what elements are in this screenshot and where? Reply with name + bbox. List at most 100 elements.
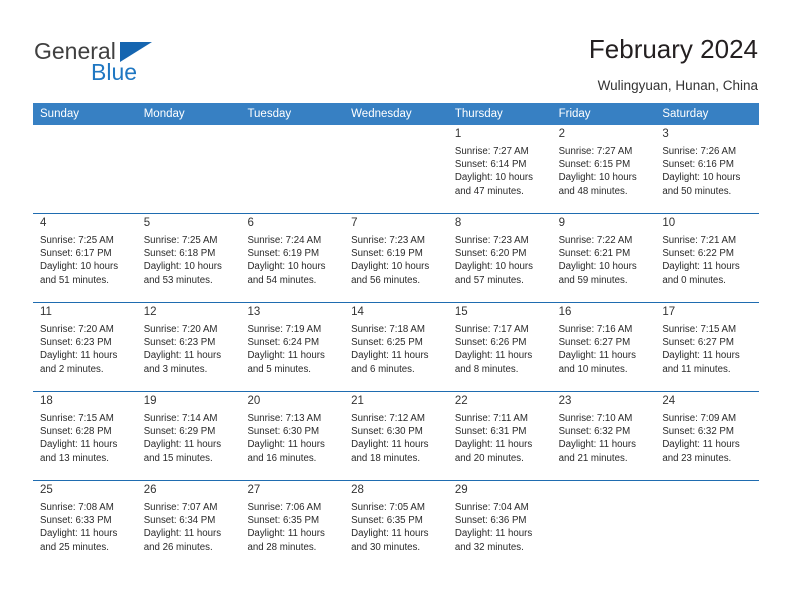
- day-detail-line: Sunset: 6:19 PM: [351, 248, 423, 260]
- day-detail-line: and 16 minutes.: [247, 452, 317, 464]
- weekday-header-wednesday: Wednesday: [351, 108, 412, 120]
- day-details: Sunrise: 7:05 AM Sunset: 6:35 PM Daylight:…: [351, 501, 444, 554]
- weekday-header-saturday: Saturday: [662, 108, 709, 120]
- day-detail-line: Sunrise: 7:14 AM: [143, 413, 218, 424]
- day-details: Sunrise: 7:08 AM Sunset: 6:33 PM Daylight:…: [40, 501, 133, 554]
- day-detail-line: Daylight: 11 hours: [143, 439, 222, 451]
- day-detail-line: and 30 minutes.: [351, 541, 421, 553]
- day-details: Sunrise: 7:27 AM Sunset: 6:14 PM Daylight:…: [455, 145, 548, 198]
- calendar-weeks: 1 Sunrise: 7:27 AM Sunset: 6:14 PM Daylight…: [33, 125, 760, 569]
- day-cell-7[interactable]: 7 Sunrise: 7:23 AM Sunset: 6:19 PM Daylight…: [344, 214, 448, 302]
- day-details: Sunrise: 7:25 AM Sunset: 6:18 PM Daylight:…: [144, 234, 237, 287]
- day-detail-line: Sunset: 6:19 PM: [247, 248, 320, 260]
- day-cell-26[interactable]: 26 Sunrise: 7:07 AM Sunset: 6:34 PM Dayligh…: [136, 481, 241, 569]
- day-detail-line: Sunset: 6:35 PM: [351, 515, 423, 527]
- day-detail-line: Sunrise: 7:20 AM: [143, 324, 218, 335]
- day-detail-line: Daylight: 10 hours: [662, 172, 741, 184]
- day-details: Sunrise: 7:15 AM Sunset: 6:28 PM Daylight:…: [40, 412, 133, 465]
- day-detail-line: Daylight: 11 hours: [40, 439, 118, 451]
- day-cell-1[interactable]: 1 Sunrise: 7:27 AM Sunset: 6:14 PM Daylight…: [447, 125, 552, 213]
- day-cell-11[interactable]: 11 Sunrise: 7:20 AM Sunset: 6:23 PM Dayligh…: [33, 303, 137, 391]
- day-detail-line: Daylight: 10 hours: [454, 261, 533, 273]
- day-number: 24: [662, 395, 676, 407]
- day-detail-line: and 2 minutes.: [40, 363, 104, 375]
- day-detail-line: Daylight: 11 hours: [143, 350, 222, 362]
- day-cell-22[interactable]: 22 Sunrise: 7:11 AM Sunset: 6:31 PM Dayligh…: [447, 392, 552, 480]
- day-detail-line: Daylight: 11 hours: [454, 528, 533, 540]
- day-number: 6: [247, 217, 254, 229]
- day-details: Sunrise: 7:25 AM Sunset: 6:17 PM Daylight:…: [40, 234, 133, 287]
- day-details: Sunrise: 7:17 AM Sunset: 6:26 PM Daylight:…: [455, 323, 548, 376]
- day-cell-23[interactable]: 23 Sunrise: 7:10 AM Sunset: 6:32 PM Dayligh…: [551, 392, 656, 480]
- calendar-week-cells: 25 Sunrise: 7:08 AM Sunset: 6:33 PM Dayligh…: [33, 481, 760, 569]
- day-detail-line: Sunset: 6:14 PM: [454, 159, 527, 171]
- day-detail-line: and 11 minutes.: [662, 363, 731, 375]
- day-detail-line: Sunrise: 7:22 AM: [558, 235, 633, 246]
- day-details: Sunrise: 7:10 AM Sunset: 6:32 PM Daylight:…: [559, 412, 652, 465]
- day-cell-4[interactable]: 4 Sunrise: 7:25 AM Sunset: 6:17 PM Daylight…: [33, 214, 137, 302]
- day-detail-line: Daylight: 10 hours: [40, 261, 119, 273]
- day-details: Sunrise: 7:24 AM Sunset: 6:19 PM Daylight:…: [247, 234, 340, 287]
- day-details: Sunrise: 7:23 AM Sunset: 6:19 PM Daylight:…: [351, 234, 444, 287]
- day-details: Sunrise: 7:21 AM Sunset: 6:22 PM Daylight:…: [662, 234, 755, 287]
- day-details: Sunrise: 7:15 AM Sunset: 6:27 PM Daylight:…: [662, 323, 755, 376]
- day-cell-17[interactable]: 17 Sunrise: 7:15 AM Sunset: 6:27 PM Dayligh…: [655, 303, 760, 391]
- day-cell-10[interactable]: 10 Sunrise: 7:21 AM Sunset: 6:22 PM Dayligh…: [655, 214, 760, 302]
- day-number: 4: [40, 217, 47, 229]
- day-detail-line: Daylight: 11 hours: [247, 439, 325, 451]
- day-number: 8: [454, 217, 462, 229]
- day-cell-9[interactable]: 9 Sunrise: 7:22 AM Sunset: 6:21 PM Daylight…: [551, 214, 656, 302]
- day-number: 26: [143, 484, 157, 496]
- day-detail-line: and 59 minutes.: [558, 274, 628, 286]
- day-number: 17: [662, 306, 676, 318]
- day-number: 11: [40, 306, 52, 318]
- day-cell-24[interactable]: 24 Sunrise: 7:09 AM Sunset: 6:32 PM Dayligh…: [655, 392, 760, 480]
- day-cell-20[interactable]: 20 Sunrise: 7:13 AM Sunset: 6:30 PM Dayligh…: [240, 392, 345, 480]
- day-detail-line: Sunset: 6:27 PM: [662, 337, 734, 349]
- day-detail-line: Sunrise: 7:18 AM: [351, 324, 425, 335]
- calendar-week-cells: 11 Sunrise: 7:20 AM Sunset: 6:23 PM Dayligh…: [33, 303, 760, 391]
- day-detail-line: Daylight: 11 hours: [558, 439, 636, 451]
- day-cell-29[interactable]: 29 Sunrise: 7:04 AM Sunset: 6:36 PM Dayligh…: [447, 481, 552, 569]
- day-detail-line: Sunset: 6:35 PM: [247, 515, 320, 527]
- calendar-week-cells: 4 Sunrise: 7:25 AM Sunset: 6:17 PM Daylight…: [33, 214, 760, 302]
- day-detail-line: and 47 minutes.: [454, 185, 524, 197]
- day-cell-14[interactable]: 14 Sunrise: 7:18 AM Sunset: 6:25 PM Dayligh…: [344, 303, 448, 391]
- day-cell-3[interactable]: 3 Sunrise: 7:26 AM Sunset: 6:16 PM Daylight…: [655, 125, 760, 213]
- day-cell-21[interactable]: 21 Sunrise: 7:12 AM Sunset: 6:30 PM Dayligh…: [344, 392, 448, 480]
- day-cell-16[interactable]: 16 Sunrise: 7:16 AM Sunset: 6:27 PM Dayligh…: [551, 303, 656, 391]
- day-detail-line: Daylight: 11 hours: [454, 439, 533, 451]
- day-cell-28[interactable]: 28 Sunrise: 7:05 AM Sunset: 6:35 PM Dayligh…: [344, 481, 448, 569]
- day-cell-12[interactable]: 12 Sunrise: 7:20 AM Sunset: 6:23 PM Dayligh…: [136, 303, 241, 391]
- day-cell-8[interactable]: 8 Sunrise: 7:23 AM Sunset: 6:20 PM Daylight…: [447, 214, 552, 302]
- day-detail-line: Sunset: 6:34 PM: [143, 515, 216, 527]
- day-detail-line: Sunrise: 7:21 AM: [662, 235, 737, 246]
- day-detail-line: Sunset: 6:21 PM: [558, 248, 631, 260]
- day-detail-line: Sunrise: 7:23 AM: [454, 235, 529, 246]
- day-detail-line: Sunrise: 7:04 AM: [454, 502, 529, 513]
- day-detail-line: and 5 minutes.: [247, 363, 311, 375]
- day-cell-25[interactable]: 25 Sunrise: 7:08 AM Sunset: 6:33 PM Dayligh…: [33, 481, 137, 569]
- day-detail-line: Daylight: 11 hours: [247, 528, 325, 540]
- day-number: 14: [351, 306, 364, 318]
- day-detail-line: and 56 minutes.: [351, 274, 421, 286]
- day-cell-6[interactable]: 6 Sunrise: 7:24 AM Sunset: 6:19 PM Daylight…: [240, 214, 345, 302]
- day-details: Sunrise: 7:16 AM Sunset: 6:27 PM Daylight:…: [559, 323, 652, 376]
- day-cell-27[interactable]: 27 Sunrise: 7:06 AM Sunset: 6:35 PM Dayligh…: [240, 481, 345, 569]
- day-detail-line: Sunset: 6:18 PM: [143, 248, 216, 260]
- day-number: 21: [351, 395, 364, 407]
- day-detail-line: Sunrise: 7:24 AM: [247, 235, 322, 246]
- day-cell-15[interactable]: 15 Sunrise: 7:17 AM Sunset: 6:26 PM Dayligh…: [447, 303, 552, 391]
- day-cell-5[interactable]: 5 Sunrise: 7:25 AM Sunset: 6:18 PM Daylight…: [136, 214, 241, 302]
- day-details: Sunrise: 7:12 AM Sunset: 6:30 PM Daylight:…: [351, 412, 444, 465]
- day-detail-line: Daylight: 11 hours: [351, 350, 429, 362]
- day-details: Sunrise: 7:14 AM Sunset: 6:29 PM Daylight:…: [144, 412, 237, 465]
- day-detail-line: and 53 minutes.: [143, 274, 213, 286]
- day-cell-13[interactable]: 13 Sunrise: 7:19 AM Sunset: 6:24 PM Dayligh…: [240, 303, 345, 391]
- day-details: Sunrise: 7:04 AM Sunset: 6:36 PM Daylight:…: [455, 501, 548, 554]
- day-detail-line: Sunrise: 7:08 AM: [40, 502, 114, 513]
- day-number: 28: [351, 484, 364, 496]
- day-cell-2[interactable]: 2 Sunrise: 7:27 AM Sunset: 6:15 PM Daylight…: [551, 125, 656, 213]
- day-cell-19[interactable]: 19 Sunrise: 7:14 AM Sunset: 6:29 PM Dayligh…: [136, 392, 241, 480]
- day-cell-18[interactable]: 18 Sunrise: 7:15 AM Sunset: 6:28 PM Dayligh…: [33, 392, 137, 480]
